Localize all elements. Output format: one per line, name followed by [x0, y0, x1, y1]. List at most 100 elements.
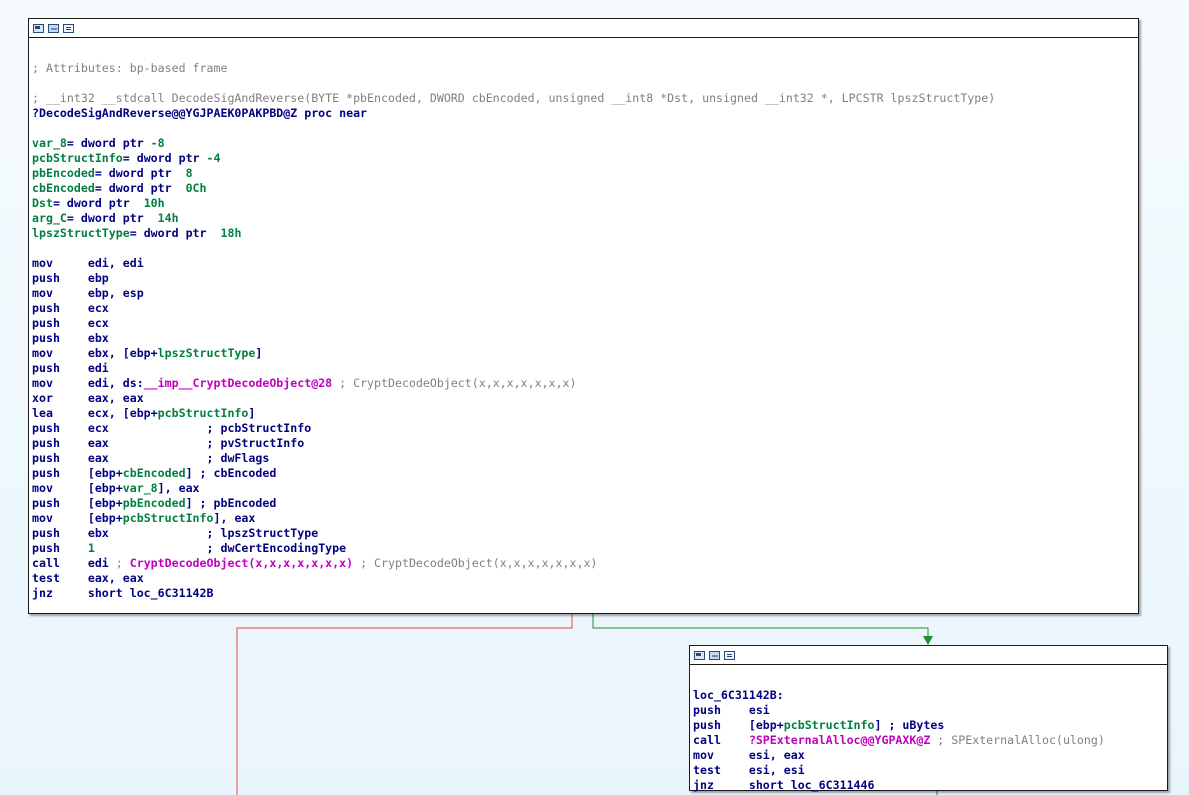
operand: ebx [87, 331, 109, 345]
instruction-line[interactable]: jnz short loc_6C31142B [32, 586, 1138, 601]
instruction-line[interactable]: mov esi, eax [693, 748, 1167, 763]
operand: ebp [87, 271, 109, 285]
operand: [ebp+ [748, 718, 784, 732]
stack-var-type: = dword ptr [66, 136, 151, 150]
image-icon[interactable] [48, 23, 59, 33]
stack-var-offset: 0Ch [185, 181, 207, 195]
instruction-line[interactable]: mov [ebp+pcbStructInfo], eax [32, 511, 1138, 526]
operand: ecx [87, 316, 109, 330]
stack-var-line: lpszStructType= dword ptr 18h [32, 226, 1138, 241]
image-icon[interactable] [709, 650, 720, 660]
operand-name: lpszStructType [157, 346, 256, 360]
mnemonic: push [32, 436, 88, 450]
operand: ], eax [213, 511, 256, 525]
mnemonic: test [32, 571, 88, 585]
operand-name: pcbStructInfo [783, 718, 875, 732]
instruction-line[interactable]: mov ebp, esp [32, 286, 1138, 301]
instruction-line[interactable]: push edi [32, 361, 1138, 376]
stack-var-line: cbEncoded= dword ptr 0Ch [32, 181, 1138, 196]
instruction-line[interactable]: lea ecx, [ebp+pcbStructInfo] [32, 406, 1138, 421]
instruction-line[interactable]: call edi ; CryptDecodeObject(x,x,x,x,x,x… [32, 556, 1138, 571]
instruction-line[interactable]: push ebx ; lpszStructType [32, 526, 1138, 541]
stack-var-type: = dword ptr [94, 166, 186, 180]
instruction-line[interactable]: push eax ; pvStructInfo [32, 436, 1138, 451]
stack-var-type: = dword ptr [94, 181, 186, 195]
instruction-line[interactable]: jnz short loc_6C311446 [693, 778, 1167, 793]
stack-var-line: pcbStructInfo= dword ptr -4 [32, 151, 1138, 166]
instruction-line[interactable]: push ebp [32, 271, 1138, 286]
instruction-line[interactable]: push ecx ; pcbStructInfo [32, 421, 1138, 436]
operand: ] ; cbEncoded [185, 466, 277, 480]
operand: edi [87, 361, 109, 375]
instruction-line[interactable]: mov [ebp+var_8], eax [32, 481, 1138, 496]
stack-var-name: pcbStructInfo [32, 151, 123, 165]
mnemonic: push [693, 718, 749, 732]
graph-view-icon[interactable] [694, 650, 705, 660]
inline-comment: ; CryptDecodeObject(x,x,x,x,x,x,x) [332, 376, 577, 390]
stack-var-name: arg_C [32, 211, 67, 225]
instruction-line[interactable]: push [ebp+pcbStructInfo] ; uBytes [693, 718, 1167, 733]
mnemonic: mov [693, 748, 749, 762]
operand: edi, edi [87, 256, 144, 270]
mnemonic: push [32, 451, 88, 465]
block-header [690, 646, 1167, 665]
instruction-line[interactable]: test eax, eax [32, 571, 1138, 586]
instruction-line[interactable]: push [ebp+cbEncoded] ; cbEncoded [32, 466, 1138, 481]
stack-var-name: cbEncoded [32, 181, 95, 195]
operand: ] [255, 346, 263, 360]
operand: edi, ds: [87, 376, 144, 390]
operand: short loc_6C31142B [87, 586, 214, 600]
instruction-line[interactable]: push esi [693, 703, 1167, 718]
mnemonic: push [32, 271, 88, 285]
graph-view-icon[interactable] [33, 23, 44, 33]
function-ref: __imp__CryptDecodeObject@28 [143, 376, 333, 390]
operand: ] ; uBytes [874, 718, 945, 732]
stack-var-type: = dword ptr [52, 196, 144, 210]
instruction-line[interactable]: push eax ; dwFlags [32, 451, 1138, 466]
stack-var-offset: 14h [157, 211, 179, 225]
operand: ecx ; pcbStructInfo [87, 421, 312, 435]
label-line: loc_6C31142B: [693, 688, 1167, 703]
mnemonic: push [32, 421, 88, 435]
operand-name: pbEncoded [122, 496, 186, 510]
code-block-main[interactable]: ; Attributes: bp-based frame ; __int32 __… [28, 18, 1139, 614]
mnemonic: mov [32, 481, 88, 495]
true-branch-arrowhead [923, 636, 933, 645]
mnemonic: mov [32, 511, 88, 525]
instruction-line[interactable]: mov edi, edi [32, 256, 1138, 271]
operand: ebx, [ebp+ [87, 346, 158, 360]
instruction-line[interactable]: mov edi, ds:__imp__CryptDecodeObject@28 … [32, 376, 1138, 391]
mnemonic: push [32, 331, 88, 345]
instruction-line[interactable]: push ecx [32, 316, 1138, 331]
instruction-line[interactable]: push [ebp+pbEncoded] ; pbEncoded [32, 496, 1138, 511]
instruction-line[interactable]: push ebx [32, 331, 1138, 346]
block-header [29, 19, 1138, 38]
stack-var-line: var_8= dword ptr -8 [32, 136, 1138, 151]
window-icon[interactable] [724, 650, 735, 660]
code-block-loc-6c31142b[interactable]: loc_6C31142B: push esi push [ebp+pcbStruct… [689, 645, 1168, 793]
mnemonic: push [32, 301, 88, 315]
mnemonic: push [32, 361, 88, 375]
window-icon[interactable] [63, 23, 74, 33]
instruction-line[interactable]: call ?SPExternalAlloc@@YGPAXK@Z ; SPExte… [693, 733, 1167, 748]
instruction-line[interactable]: push ecx [32, 301, 1138, 316]
stack-var-offset: 8 [185, 166, 193, 180]
operand: edi [87, 556, 116, 570]
stack-var-type: = dword ptr [122, 151, 207, 165]
stack-var-type: = dword ptr [129, 226, 221, 240]
instruction-line[interactable]: push 1 ; dwCertEncodingType [32, 541, 1138, 556]
instruction-line[interactable]: xor eax, eax [32, 391, 1138, 406]
instruction-line[interactable]: mov ebx, [ebp+lpszStructType] [32, 346, 1138, 361]
operand: esi [748, 703, 770, 717]
mnemonic: test [693, 763, 749, 777]
instruction-line[interactable]: test esi, esi [693, 763, 1167, 778]
inline-comment: ; [115, 556, 130, 570]
comment-text: ; Attributes: bp-based frame [32, 61, 228, 75]
stack-var-name: Dst [32, 196, 53, 210]
operand: ebx ; lpszStructType [87, 526, 319, 540]
operand: ; dwCertEncodingType [94, 541, 347, 555]
